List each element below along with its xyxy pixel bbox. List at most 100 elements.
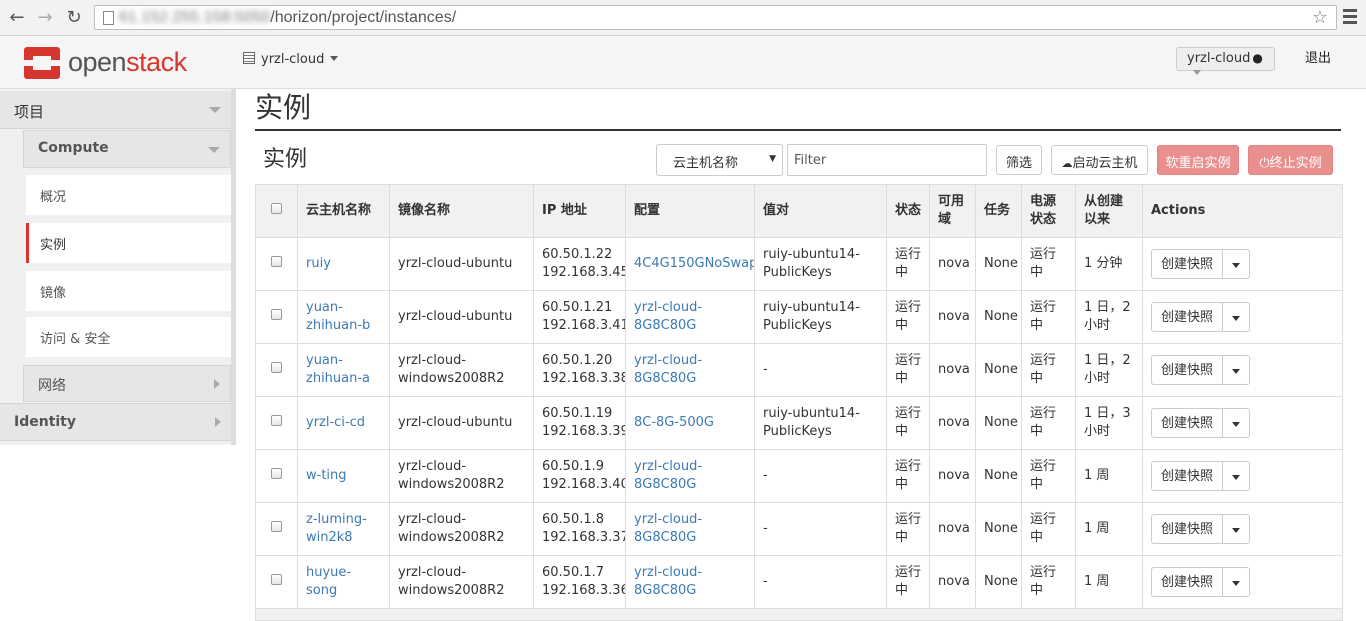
instance-name-link[interactable]: ruiy [306, 256, 331, 271]
column-header[interactable]: 云主机名称 [297, 184, 390, 238]
image-name-cell: yrzl-cloud-windows2008R2 [389, 449, 534, 503]
sidebar-section-label: 项目 [14, 103, 45, 121]
row-checkbox[interactable] [271, 415, 282, 426]
instance-name-link[interactable]: z-luming-win2k8 [306, 512, 367, 545]
instance-name-link[interactable]: huyue-song [306, 565, 351, 598]
create-snapshot-button[interactable]: 创建快照 [1151, 567, 1224, 597]
action-dropdown-toggle[interactable] [1223, 302, 1251, 332]
reload-icon[interactable]: ↻ [63, 7, 85, 29]
flavor-link[interactable]: yrzl-cloud-8G8C80G [634, 512, 702, 545]
terminate-instance-button[interactable]: ⏻终止实例 [1248, 145, 1333, 175]
create-snapshot-button[interactable]: 创建快照 [1151, 355, 1224, 385]
column-header[interactable]: 状态 [886, 184, 930, 238]
column-header[interactable]: 配置 [625, 184, 755, 238]
table-row: yrzl-ci-cd yrzl-cloud-ubuntu 60.50.1.19 192… [255, 396, 1343, 450]
action-dropdown-toggle[interactable] [1223, 514, 1251, 544]
ip-address-private: 192.168.3.38 [542, 371, 626, 386]
sidebar-section-identity[interactable]: Identity [0, 403, 231, 441]
column-header[interactable]: 电源状态 [1021, 184, 1076, 238]
sidebar-group-compute[interactable]: Compute [23, 130, 231, 168]
sidebar-item-overview[interactable]: 概况 [26, 175, 231, 215]
row-checkbox[interactable] [271, 362, 282, 373]
row-checkbox[interactable] [271, 309, 282, 320]
column-header[interactable]: 可用域 [929, 184, 976, 238]
row-select-cell [255, 449, 298, 503]
logout-link[interactable]: 退出 [1305, 47, 1331, 66]
flavor-link[interactable]: yrzl-cloud-8G8C80G [634, 300, 702, 333]
flavor-link[interactable]: 8C-8G-500G [634, 415, 714, 430]
flavor-link[interactable]: yrzl-cloud-8G8C80G [634, 459, 702, 492]
row-checkbox[interactable] [271, 521, 282, 532]
table-row: ruiy yrzl-cloud-ubuntu 60.50.1.22 192.168.3… [255, 237, 1343, 291]
flavor-link[interactable]: 4C4G150GNoSwap [634, 256, 754, 271]
sidebar-item-images[interactable]: 镜像 [26, 271, 231, 311]
instance-name-link[interactable]: yrzl-ci-cd [306, 415, 365, 430]
instance-name-cell: huyue-song [297, 555, 390, 609]
sidebar-item-access-security[interactable]: 访问 & 安全 [26, 317, 231, 357]
instance-name-link[interactable]: yuan-zhihuan-a [306, 353, 370, 386]
project-selector[interactable]: yrzl-cloud [243, 52, 339, 67]
sidebar-group-network[interactable]: 网络 [23, 365, 231, 402]
forward-arrow-icon[interactable]: → [34, 7, 56, 29]
row-checkbox[interactable] [271, 574, 282, 585]
flavor-link[interactable]: yrzl-cloud-8G8C80G [634, 353, 702, 386]
action-dropdown-toggle[interactable] [1223, 249, 1251, 279]
availability-zone-cell: nova [929, 343, 976, 397]
column-header[interactable]: 镜像名称 [389, 184, 534, 238]
user-menu-button[interactable]: yrzl-cloud ● [1176, 47, 1275, 75]
action-button-group: 创建快照 [1151, 461, 1251, 491]
flavor-link[interactable]: yrzl-cloud-8G8C80G [634, 565, 702, 598]
page-title: 实例 [255, 91, 312, 124]
availability-zone-cell: nova [929, 555, 976, 609]
soft-reboot-button[interactable]: 软重启实例 [1157, 145, 1239, 175]
row-checkbox[interactable] [271, 256, 282, 267]
column-header[interactable]: IP 地址 [533, 184, 626, 238]
actions-cell: 创建快照 [1142, 555, 1343, 609]
row-checkbox[interactable] [271, 468, 282, 479]
instance-name-link[interactable]: yuan-zhihuan-b [306, 300, 370, 333]
user-name: yrzl-cloud [1187, 51, 1251, 66]
filter-input[interactable] [787, 144, 987, 176]
openstack-logo[interactable]: openstack [24, 45, 187, 81]
create-snapshot-button[interactable]: 创建快照 [1151, 302, 1224, 332]
action-dropdown-toggle[interactable] [1223, 408, 1251, 438]
keypair-cell: - [754, 449, 887, 503]
bookmark-star-icon[interactable]: ☆ [1312, 7, 1328, 28]
browser-menu-icon[interactable] [1341, 7, 1359, 27]
url-path: /horizon/project/instances/ [270, 9, 457, 26]
create-snapshot-button[interactable]: 创建快照 [1151, 249, 1224, 279]
column-header[interactable]: 值对 [754, 184, 887, 238]
ip-address-cell: 60.50.1.8 192.168.3.37 [533, 502, 626, 556]
task-cell: None [975, 290, 1022, 344]
launch-instance-button[interactable]: ☁启动云主机 [1051, 145, 1148, 175]
status-cell: 运行中 [886, 290, 930, 344]
task-cell: None [975, 237, 1022, 291]
ip-address-private: 192.168.3.37 [542, 530, 626, 545]
create-snapshot-button[interactable]: 创建快照 [1151, 514, 1224, 544]
action-dropdown-toggle[interactable] [1223, 355, 1251, 385]
column-header[interactable]: 任务 [975, 184, 1022, 238]
action-dropdown-toggle[interactable] [1223, 567, 1251, 597]
row-select-cell [255, 555, 298, 609]
ip-address-public: 60.50.1.20 [542, 353, 613, 368]
instances-table: 云主机名称 镜像名称 IP 地址 配置 值对 状态 可用域 任务 电源状态 从创… [255, 184, 1343, 621]
table-row: w-ting yrzl-cloud-windows2008R2 60.50.1.9 1… [255, 449, 1343, 503]
instance-name-cell: ruiy [297, 237, 390, 291]
address-bar[interactable]: 61.152.255.158:5050/horizon/project/inst… [94, 5, 1337, 30]
create-snapshot-button[interactable]: 创建快照 [1151, 461, 1224, 491]
sidebar-section-project[interactable]: 项目 [0, 91, 231, 129]
action-dropdown-toggle[interactable] [1223, 461, 1251, 491]
filter-field-select[interactable]: 云主机名称 ▼ [656, 144, 783, 176]
create-snapshot-button[interactable]: 创建快照 [1151, 408, 1224, 438]
status-cell: 运行中 [886, 343, 930, 397]
table-row: huyue-song yrzl-cloud-windows2008R2 60.50.… [255, 555, 1343, 609]
instance-name-link[interactable]: w-ting [306, 468, 347, 483]
ip-address-public: 60.50.1.21 [542, 300, 613, 315]
availability-zone-cell: nova [929, 290, 976, 344]
back-arrow-icon[interactable]: ← [6, 7, 28, 29]
project-list-icon [243, 52, 255, 64]
sidebar-item-instances[interactable]: 实例 [26, 223, 231, 263]
filter-button[interactable]: 筛选 [996, 145, 1042, 175]
select-all-checkbox[interactable] [271, 203, 282, 214]
column-header[interactable]: 从创建以来 [1075, 184, 1143, 238]
